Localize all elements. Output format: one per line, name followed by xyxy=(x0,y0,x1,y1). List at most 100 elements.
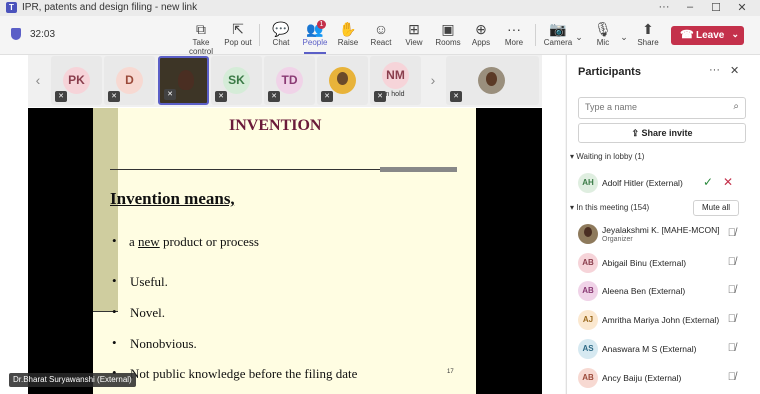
bullet-marker: • xyxy=(112,273,117,288)
rooms-icon: ▣ xyxy=(441,21,455,37)
slide-bullet: Nonobvious. xyxy=(130,336,197,351)
slide-divider-accent xyxy=(380,167,457,172)
participant-tile[interactable]: ✕ xyxy=(446,56,539,105)
meeting-timer: 32:03 xyxy=(30,29,56,40)
mic-off-icon: 🎙 xyxy=(594,21,612,37)
share-button[interactable]: ⬆ Share xyxy=(635,20,661,54)
video-face-shape xyxy=(178,70,194,90)
pop-out-icon: ⇱ xyxy=(232,21,244,37)
participant-search[interactable]: ⌕ xyxy=(578,97,746,119)
tiles-next-arrow-icon[interactable]: › xyxy=(426,66,440,94)
participant-video-tile[interactable]: ✕ xyxy=(158,56,209,105)
more-icon: ··· xyxy=(507,21,521,37)
phone-hangup-icon: ☎ xyxy=(680,29,694,41)
participant-row[interactable]: AS Anaswara M S (External) 🎙̸ xyxy=(578,339,748,361)
participant-tile-on-hold[interactable]: NM On hold ✕ xyxy=(370,56,421,105)
participant-row[interactable]: AJ Amritha Mariya John (External) 🎙̸ xyxy=(578,310,748,332)
pop-out-button[interactable]: ⇱ Pop out xyxy=(224,20,252,54)
participant-row[interactable]: AB Ancy Baiju (External) 🎙̸ xyxy=(578,368,748,390)
participant-name: Abigail Binu (External) xyxy=(602,258,687,268)
panel-more-icon[interactable]: ··· xyxy=(709,64,720,76)
panel-title: Participants xyxy=(578,66,641,78)
participant-tile[interactable]: SK ✕ xyxy=(211,56,262,105)
avatar-photo xyxy=(478,67,505,94)
avatar-photo xyxy=(578,224,598,244)
window-more-icon[interactable]: ··· xyxy=(654,1,674,13)
tiles-prev-arrow-icon[interactable]: ‹ xyxy=(31,66,45,94)
mic-muted-icon: ✕ xyxy=(374,91,386,102)
mic-muted-icon: 🎙̸ xyxy=(727,313,736,325)
avatar: AB xyxy=(578,281,598,301)
raise-hand-button[interactable]: ✋ Raise xyxy=(335,20,361,54)
avatar: AS xyxy=(578,339,598,359)
take-control-button[interactable]: ⧉ Take control xyxy=(181,20,221,56)
minimize-icon[interactable]: – xyxy=(680,1,700,13)
maximize-icon[interactable]: ☐ xyxy=(706,1,726,14)
people-badge: 1 xyxy=(317,20,326,29)
deny-x-icon[interactable]: ✕ xyxy=(723,175,733,189)
participant-name: Amritha Mariya John (External) xyxy=(602,315,720,325)
presenter-name-label: Dr.Bharat Suryawanshi (External) xyxy=(9,373,136,387)
avatar: SK xyxy=(223,67,250,94)
shield-icon xyxy=(11,28,21,40)
people-button[interactable]: 👥 1 People xyxy=(300,20,330,54)
meeting-toolbar: 32:03 ⧉ Take control ⇱ Pop out 💬 Chat 👥 … xyxy=(0,16,760,56)
mic-muted-icon: 🎙̸ xyxy=(727,227,736,239)
avatar-photo xyxy=(329,67,356,94)
mic-muted-icon: 🎙̸ xyxy=(727,371,736,383)
react-button[interactable]: ☺ React xyxy=(368,20,394,54)
chat-button[interactable]: 💬 Chat xyxy=(268,20,294,54)
participant-row[interactable]: Jeyalakshmi K. [MAHE-MCON] Organizer 🎙̸ xyxy=(578,224,748,246)
mic-muted-icon: ✕ xyxy=(215,91,227,102)
share-invite-button[interactable]: ⇪ Share invite xyxy=(578,123,746,143)
view-icon: ⊞ xyxy=(408,21,420,37)
camera-button[interactable]: 📷 Camera xyxy=(543,20,573,54)
participant-tile[interactable]: D ✕ xyxy=(104,56,155,105)
mic-muted-icon: ✕ xyxy=(321,91,333,102)
toolbar-divider xyxy=(535,24,536,46)
avatar: NM xyxy=(382,62,409,89)
leave-options-chevron-icon[interactable]: ⌄ xyxy=(731,29,739,40)
participant-name: Adolf Hitler (External) xyxy=(602,178,683,188)
lobby-section-header[interactable]: ▾ Waiting in lobby (1) xyxy=(570,152,644,161)
toolbar-divider xyxy=(259,24,260,46)
slide-heading: Invention means, xyxy=(110,189,235,208)
mic-muted-icon: ✕ xyxy=(164,89,176,100)
photo-face-shape xyxy=(337,72,348,85)
participant-row[interactable]: AB Aleena Ben (External) 🎙̸ xyxy=(578,281,748,303)
participant-tile[interactable]: ✕ xyxy=(317,56,368,105)
mic-muted-icon: 🎙̸ xyxy=(727,342,736,354)
close-panel-icon[interactable]: ✕ xyxy=(730,64,739,77)
participant-row[interactable]: AB Abigail Binu (External) 🎙̸ xyxy=(578,253,748,275)
rooms-button[interactable]: ▣ Rooms xyxy=(434,20,462,54)
share-invite-icon: ⇪ xyxy=(631,128,642,138)
participant-tile[interactable]: TD ✕ xyxy=(264,56,315,105)
view-button[interactable]: ⊞ View xyxy=(401,20,427,54)
meeting-section-header[interactable]: ▾ In this meeting (154) xyxy=(570,203,649,212)
apps-button[interactable]: ⊕ Apps xyxy=(468,20,494,54)
participant-role: Organizer xyxy=(602,236,633,243)
more-button[interactable]: ··· More xyxy=(501,20,527,54)
photo-face-shape xyxy=(486,72,497,86)
camera-off-icon: 📷 xyxy=(549,21,567,37)
active-tab-indicator xyxy=(304,52,326,54)
leave-button[interactable]: ☎ Leave ⌄ xyxy=(671,26,744,45)
participant-tile[interactable]: PK ✕ xyxy=(51,56,102,105)
share-icon: ⬆ xyxy=(642,21,654,37)
mute-all-button[interactable]: Mute all xyxy=(693,200,739,216)
avatar: PK xyxy=(63,67,90,94)
react-icon: ☺ xyxy=(373,21,389,37)
close-window-icon[interactable]: ✕ xyxy=(732,1,752,14)
photo-face-shape xyxy=(584,227,592,237)
window-title-bar: T IPR, patents and design filing - new l… xyxy=(0,0,760,16)
take-control-icon: ⧉ xyxy=(196,21,206,37)
slide-bullet: a new product or process xyxy=(129,234,259,249)
mic-button[interactable]: 🎙 Mic xyxy=(592,20,614,54)
avatar: D xyxy=(116,67,143,94)
mic-muted-icon: 🎙̸ xyxy=(727,284,736,296)
participant-name: Aleena Ben (External) xyxy=(602,286,686,296)
admit-check-icon[interactable]: ✓ xyxy=(703,175,713,189)
participant-name: Ancy Baiju (External) xyxy=(602,373,682,383)
search-input[interactable] xyxy=(585,98,725,116)
avatar: TD xyxy=(276,67,303,94)
